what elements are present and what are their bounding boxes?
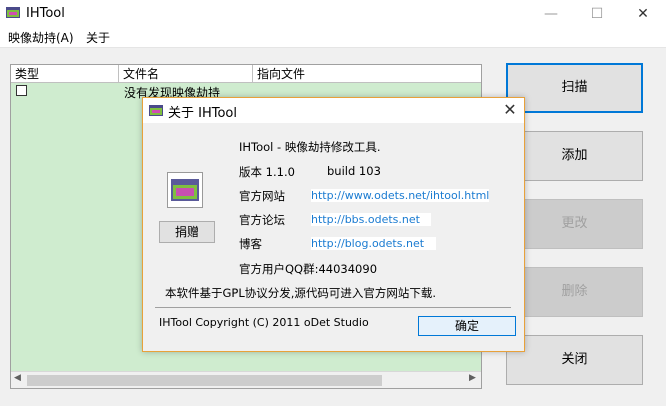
scan-button[interactable]: 扫描 <box>506 63 643 113</box>
license-text: 本软件基于GPL协议分发,源代码可进入官方网站下载. <box>165 286 437 300</box>
build-text: build 103 <box>327 164 381 178</box>
menu-image-hijack[interactable]: 映像劫持(A) <box>4 28 78 48</box>
app-window-icon <box>6 7 20 18</box>
column-target[interactable]: 指向文件 <box>253 65 481 83</box>
maximize-button[interactable]: ☐ <box>574 0 620 28</box>
minimize-button[interactable]: — <box>528 0 574 28</box>
close-icon: ✕ <box>637 6 649 22</box>
minimize-icon: — <box>544 6 558 22</box>
site-link[interactable]: http://www.odets.net/ihtool.html <box>311 189 490 202</box>
horizontal-scrollbar[interactable]: ◀ ▶ <box>11 371 481 388</box>
forum-link[interactable]: http://bbs.odets.net <box>311 213 431 226</box>
add-button[interactable]: 添加 <box>506 131 643 181</box>
window-title: IHTool <box>26 6 65 21</box>
blog-link[interactable]: http://blog.odets.net <box>311 237 436 250</box>
dialog-heading: IHTool - 映像劫持修改工具. <box>239 140 381 154</box>
delete-button[interactable]: 删除 <box>506 267 643 317</box>
donate-button[interactable]: 捐赠 <box>159 221 215 243</box>
column-filename[interactable]: 文件名 <box>119 65 253 83</box>
title-bar: IHTool — ☐ ✕ <box>0 0 666 28</box>
ok-button[interactable]: 确定 <box>418 316 516 336</box>
menu-bar: 映像劫持(A) 关于 <box>0 28 666 48</box>
scrollbar-thumb[interactable] <box>27 375 382 386</box>
dialog-title-bar: 关于 IHTool ✕ <box>143 98 524 123</box>
blog-label: 博客 <box>239 237 262 251</box>
site-label: 官方网站 <box>239 189 285 203</box>
ihtool-logo-icon <box>167 172 203 208</box>
scroll-left-icon[interactable]: ◀ <box>14 373 21 383</box>
close-window-button[interactable]: ✕ <box>620 0 666 28</box>
about-dialog: 关于 IHTool ✕ 捐赠 IHTool - 映像劫持修改工具. 版本 1.1… <box>142 97 525 352</box>
close-button[interactable]: 关闭 <box>506 335 643 385</box>
close-icon: ✕ <box>503 100 517 119</box>
scroll-right-icon[interactable]: ▶ <box>469 373 476 383</box>
dialog-divider <box>155 307 511 308</box>
list-header: 类型 文件名 指向文件 <box>11 65 481 83</box>
maximize-icon: ☐ <box>590 6 604 22</box>
menu-about[interactable]: 关于 <box>82 28 114 48</box>
dialog-close-button[interactable]: ✕ <box>499 100 521 120</box>
change-button[interactable]: 更改 <box>506 199 643 249</box>
qq-group-text: 官方用户QQ群:44034090 <box>239 262 378 276</box>
app-window-icon <box>149 105 163 116</box>
forum-label: 官方论坛 <box>239 213 285 227</box>
copyright-text: IHTool Copyright (C) 2011 oDet Studio <box>159 316 369 329</box>
logo-graphic <box>171 179 199 201</box>
version-text: 版本 1.1.0 <box>239 165 295 179</box>
row-checkbox[interactable] <box>16 85 27 96</box>
column-type[interactable]: 类型 <box>11 65 119 83</box>
dialog-title: 关于 IHTool <box>168 106 237 121</box>
